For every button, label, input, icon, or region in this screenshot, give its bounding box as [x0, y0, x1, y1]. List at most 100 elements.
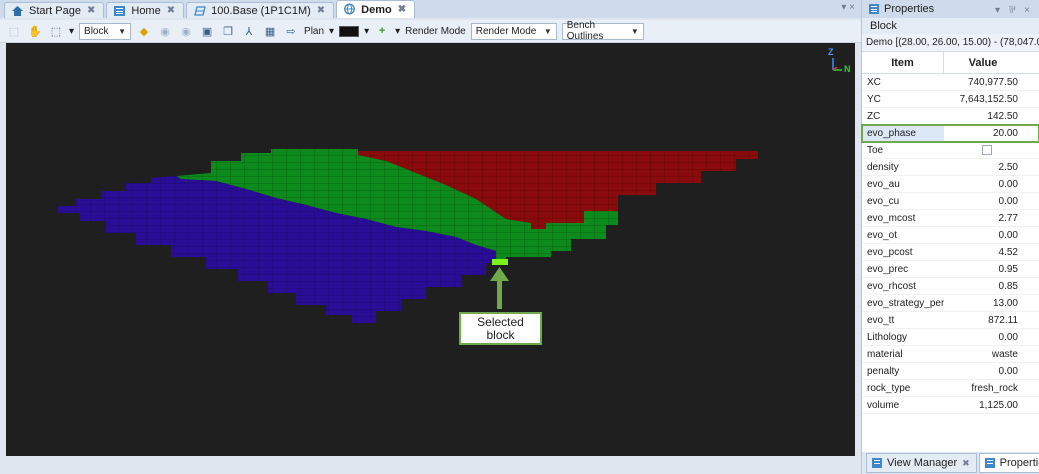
property-value[interactable]: 4.52	[944, 244, 1022, 260]
property-value[interactable]: 7,643,152.50	[944, 91, 1022, 107]
box-select-icon[interactable]: ⬚	[48, 23, 64, 39]
property-row-yc[interactable]: YC 7,643,152.50	[862, 91, 1039, 108]
property-key: XC	[867, 76, 881, 88]
property-key: rock_type	[867, 382, 911, 394]
selected-block[interactable]	[492, 259, 508, 265]
close-icon[interactable]: ✖	[317, 5, 325, 16]
property-row-evo-pcost[interactable]: evo_pcost 4.52	[862, 244, 1039, 261]
property-row-evo-rhcost[interactable]: evo_rhcost 0.85	[862, 278, 1039, 295]
property-row-xc[interactable]: XC 740,977.50	[862, 74, 1039, 91]
property-value[interactable]: 0.95	[944, 261, 1022, 277]
property-row-evo-mcost[interactable]: evo_mcost 2.77	[862, 210, 1039, 227]
properties-subtab[interactable]: Block	[862, 18, 1039, 34]
property-value[interactable]: 0.85	[944, 278, 1022, 294]
close-icon[interactable]: ✖	[398, 4, 406, 15]
tab-label: View Manager	[887, 457, 958, 469]
close-icon[interactable]: ✖	[167, 5, 175, 16]
3d-viewport[interactable]: Z N Selected block	[6, 43, 855, 456]
property-value[interactable]: 0.00	[944, 227, 1022, 243]
property-value[interactable]: waste	[944, 346, 1022, 362]
tab-list-menu[interactable]: ▾ ×	[841, 2, 855, 13]
property-value[interactable]: 1,125.00	[944, 397, 1022, 413]
pin-icon[interactable]: ◆	[136, 23, 152, 39]
property-row-rock-type[interactable]: rock_type fresh_rock	[862, 380, 1039, 397]
properties-title-bar: Properties ▾ ⅌ ×	[862, 0, 1039, 18]
property-row-evo-au[interactable]: evo_au 0.00	[862, 176, 1039, 193]
property-value[interactable]: 0.00	[944, 329, 1022, 345]
copy-frame-icon[interactable]: ❐	[220, 23, 236, 39]
property-row-volume[interactable]: volume 1,125.00	[862, 397, 1039, 414]
tab-start-page[interactable]: Start Page ✖	[4, 2, 105, 18]
tab-properties[interactable]: Properties ✖	[978, 453, 1039, 473]
property-value[interactable]: 142.50	[944, 108, 1022, 124]
background-color-swatch[interactable]	[339, 25, 360, 37]
callout-line-2: block	[486, 328, 515, 342]
select-arrow-icon[interactable]: ⬚	[6, 23, 22, 39]
callout-arrow-head	[490, 267, 509, 281]
grid-icon[interactable]: ▦	[262, 23, 278, 39]
property-row-evo-tt[interactable]: evo_tt 872.11	[862, 312, 1039, 329]
tab-100-base[interactable]: 100.Base (1P1C1M) ✖	[186, 2, 335, 18]
property-value[interactable]: 2.50	[944, 159, 1022, 175]
tab-label: Demo	[361, 3, 392, 16]
chevron-down-icon: ▼	[630, 26, 639, 36]
document-icon	[114, 6, 126, 16]
add-icon[interactable]: +	[374, 23, 390, 39]
close-icon[interactable]: ✖	[962, 458, 970, 469]
property-row-zc[interactable]: ZC 142.50	[862, 108, 1039, 125]
property-key: evo_ot	[867, 229, 898, 241]
frame-icon[interactable]: ▣	[199, 23, 215, 39]
chevron-down-icon: ▼	[543, 26, 552, 36]
property-row-evo-strategy-period[interactable]: evo_strategy_peri...13.00	[862, 295, 1039, 312]
chevron-down-icon[interactable]: ▾	[364, 26, 369, 37]
chevron-down-icon[interactable]: ▾	[69, 26, 74, 37]
properties-panel: Properties ▾ ⅌ × Block Demo [(28.00, 26.…	[861, 0, 1039, 474]
property-value-input[interactable]: 20.00	[944, 125, 1022, 141]
property-value[interactable]: 872.11	[944, 312, 1022, 328]
select-mode-value: Block	[84, 25, 109, 37]
column-header-item[interactable]: Item	[862, 52, 944, 73]
property-row-penalty[interactable]: penalty 0.00	[862, 363, 1039, 380]
pan-hand-icon[interactable]: ✋	[27, 23, 43, 39]
property-value[interactable]: 0.00	[944, 193, 1022, 209]
property-row-evo-prec[interactable]: evo_prec 0.95	[862, 261, 1039, 278]
select-mode-dropdown[interactable]: Block ▼	[79, 22, 132, 40]
tab-demo[interactable]: Demo ✖	[336, 0, 416, 18]
property-key: evo_au	[867, 178, 900, 190]
property-value[interactable]: 2.77	[944, 210, 1022, 226]
tab-home[interactable]: Home ✖	[106, 2, 185, 18]
property-row-evo-ot[interactable]: evo_ot 0.00	[862, 227, 1039, 244]
viewport-toolbar: ⬚ ✋ ⬚ ▾ Block ▼ ◆ ◉ ◉ ▣ ❐ ⅄ ▦ ⇨ Plan ▾ ▾ …	[0, 20, 861, 43]
toe-checkbox[interactable]	[982, 145, 992, 155]
outline-dropdown[interactable]: Bench Outlines ▼	[561, 20, 644, 42]
render-mode-dropdown[interactable]: Render Mode ▼	[470, 22, 557, 40]
property-key: penalty	[867, 365, 900, 377]
tab-label: Home	[131, 4, 161, 17]
property-value[interactable]: 13.00	[944, 295, 1022, 311]
globe-icon	[344, 3, 356, 15]
property-row-density[interactable]: density 2.50	[862, 159, 1039, 176]
tab-view-manager[interactable]: View Manager ✖	[866, 453, 977, 473]
property-row-evo-cu[interactable]: evo_cu 0.00	[862, 193, 1039, 210]
chevron-down-icon[interactable]: ▾	[329, 26, 334, 37]
property-value[interactable]: 0.00	[944, 176, 1022, 192]
property-grid-rows: XC 740,977.50 YC 7,643,152.50 ZC 142.50 evo…	[861, 74, 1039, 414]
property-value[interactable]: fresh_rock	[944, 380, 1022, 396]
view-direction-icon[interactable]: ⇨	[283, 23, 299, 39]
axes-icon[interactable]: ⅄	[241, 23, 257, 39]
zoom-out-icon[interactable]: ◉	[178, 23, 194, 39]
column-header-value[interactable]: Value	[944, 52, 1022, 73]
view-dropdown[interactable]: Plan	[304, 26, 324, 37]
property-value[interactable]: 740,977.50	[944, 74, 1022, 90]
chevron-down-icon[interactable]: ▾	[395, 26, 400, 37]
property-row-toe[interactable]: Toe	[862, 142, 1039, 159]
panel-bottom-tabs: View Manager ✖ Properties ✖	[862, 452, 1039, 474]
property-row-lithology[interactable]: Lithology 0.00	[862, 329, 1039, 346]
property-row-evo-phase[interactable]: evo_phase 20.00	[861, 124, 1039, 143]
property-value[interactable]: 0.00	[944, 363, 1022, 379]
close-icon[interactable]: ✖	[87, 5, 95, 16]
block-model-render[interactable]	[6, 43, 855, 456]
panel-pin-close-icon[interactable]: ▾ ⅌ ×	[995, 2, 1033, 16]
property-row-material[interactable]: material waste	[862, 346, 1039, 363]
zoom-in-icon[interactable]: ◉	[157, 23, 173, 39]
